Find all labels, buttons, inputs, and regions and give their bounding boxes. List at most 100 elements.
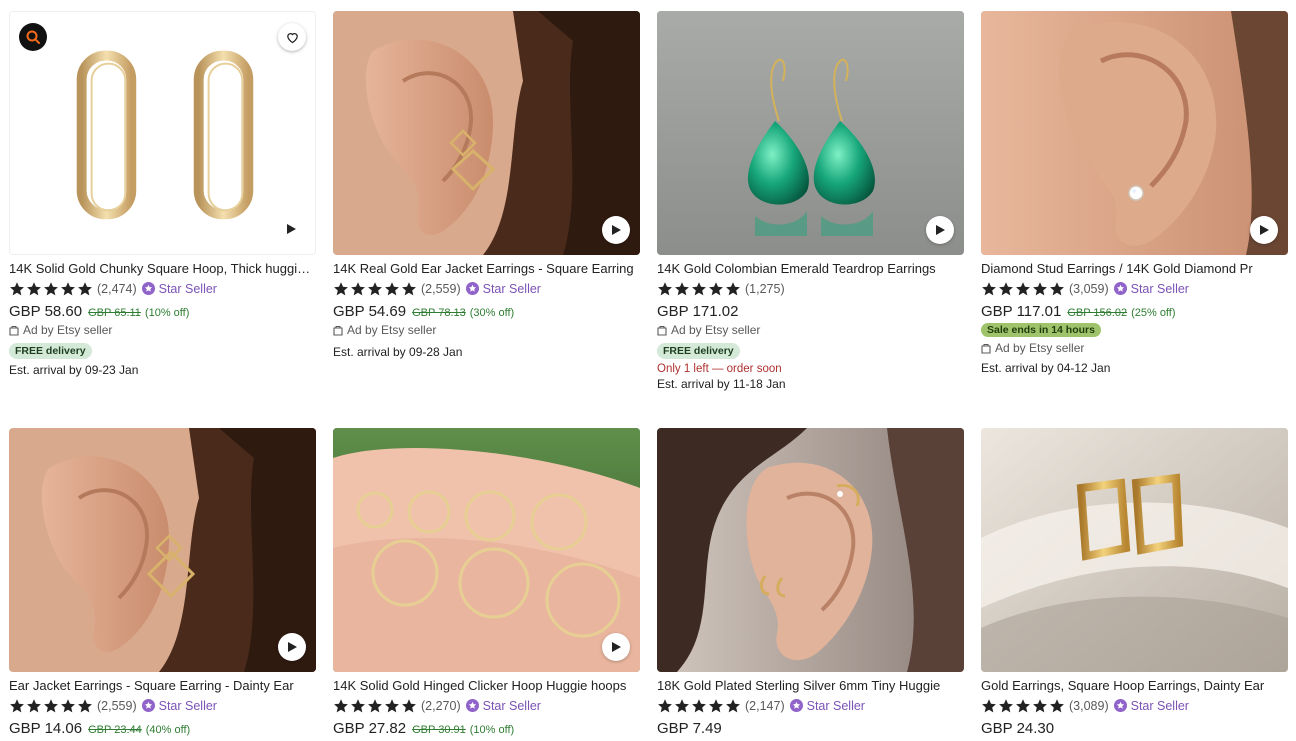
star-icon <box>26 698 42 714</box>
review-count: (1,275) <box>745 281 785 296</box>
listing-title[interactable]: 14K Solid Gold Chunky Square Hoop, Thick… <box>9 261 316 277</box>
listing-title[interactable]: Gold Earrings, Square Hoop Earrings, Dai… <box>981 678 1288 694</box>
price-row: GBP 117.01 GBP 156.02 (25% off) <box>981 303 1288 320</box>
price-row: GBP 14.06 GBP 23.44 (40% off) <box>9 720 316 737</box>
ad-text: Ad by Etsy seller <box>23 323 113 337</box>
listing-card[interactable]: Diamond Stud Earrings / 14K Gold Diamond… <box>981 11 1288 375</box>
star-icon <box>725 281 741 297</box>
star-seller-icon <box>465 699 479 712</box>
price: GBP 24.30 <box>981 720 1055 737</box>
star-seller-label: Star Seller <box>482 698 541 713</box>
star-icon <box>1049 698 1065 714</box>
listing-image[interactable] <box>333 11 640 255</box>
star-icon <box>9 698 25 714</box>
rating-row: (1,275) <box>657 280 964 297</box>
video-play-button[interactable] <box>277 215 305 243</box>
original-price: GBP 65.11 <box>88 307 141 319</box>
video-play-button[interactable] <box>1250 216 1278 244</box>
star-seller-icon <box>141 282 155 295</box>
listing-title[interactable]: Ear Jacket Earrings - Square Earring - D… <box>9 678 316 694</box>
play-icon <box>612 642 621 652</box>
star-icon <box>1015 281 1031 297</box>
ad-label: Ad by Etsy seller <box>657 323 964 337</box>
star-icon <box>333 698 349 714</box>
star-seller-label: Star Seller <box>158 281 217 296</box>
video-play-button[interactable] <box>278 633 306 661</box>
star-icon <box>77 698 93 714</box>
video-play-button[interactable] <box>926 216 954 244</box>
price: GBP 117.01 <box>981 303 1062 320</box>
listing-title[interactable]: 14K Real Gold Ear Jacket Earrings - Squa… <box>333 261 640 277</box>
diamond-stud-image <box>981 11 1288 255</box>
price: GBP 7.49 <box>657 720 722 737</box>
star-icon <box>1049 281 1065 297</box>
original-price: GBP 30.91 <box>412 724 466 736</box>
ad-icon <box>9 325 19 336</box>
search-icon <box>26 30 40 44</box>
price-row: GBP 24.30 <box>981 720 1288 737</box>
tiny-huggies-ear-image <box>657 428 964 672</box>
listing-title[interactable]: 18K Gold Plated Sterling Silver 6mm Tiny… <box>657 678 964 694</box>
heart-icon <box>286 32 298 43</box>
star-seller-label: Star Seller <box>158 698 217 713</box>
ad-label: Ad by Etsy seller <box>981 341 1288 355</box>
rating-row: (2,559) Star Seller <box>9 697 316 714</box>
video-play-button[interactable] <box>602 633 630 661</box>
star-rating <box>657 698 741 714</box>
visual-search-button[interactable] <box>19 23 47 51</box>
star-seller-label: Star Seller <box>1130 698 1189 713</box>
favorite-button[interactable] <box>278 23 306 51</box>
gold-oval-hoops-image <box>10 12 315 254</box>
listing-card[interactable]: 14K Solid Gold Chunky Square Hoop, Thick… <box>9 11 316 377</box>
discount: (10% off) <box>144 307 190 319</box>
star-icon <box>998 698 1014 714</box>
review-count: (2,559) <box>97 698 137 713</box>
listing-title[interactable]: 14K Gold Colombian Emerald Teardrop Earr… <box>657 261 964 277</box>
estimated-arrival: Est. arrival by 11-18 Jan <box>657 377 786 391</box>
ad-label: Ad by Etsy seller <box>333 323 640 337</box>
price: GBP 14.06 <box>9 720 83 737</box>
price-row: GBP 58.60 GBP 65.11 (10% off) <box>9 303 316 320</box>
listing-card[interactable]: 14K Gold Colombian Emerald Teardrop Earr… <box>657 11 964 391</box>
ad-icon <box>657 325 667 336</box>
listing-image[interactable] <box>657 11 964 255</box>
listing-card[interactable]: 14K Solid Gold Hinged Clicker Hoop Huggi… <box>333 428 640 737</box>
star-seller-badge: Star Seller <box>141 281 217 296</box>
listing-image[interactable] <box>333 428 640 672</box>
ear-jacket-square-image <box>9 428 316 672</box>
listing-image[interactable] <box>9 428 316 672</box>
price-row: GBP 7.49 <box>657 720 964 737</box>
listing-image[interactable] <box>981 428 1288 672</box>
discount: (30% off) <box>469 307 515 319</box>
listing-image[interactable] <box>981 11 1288 255</box>
star-icon <box>708 281 724 297</box>
price: GBP 54.69 <box>333 303 407 320</box>
emerald-teardrops-image <box>657 11 964 255</box>
star-icon <box>43 698 59 714</box>
star-seller-badge: Star Seller <box>465 698 541 713</box>
play-icon <box>936 225 945 235</box>
ear-jacket-square-image <box>333 11 640 255</box>
star-icon <box>9 281 25 297</box>
listing-title[interactable]: 14K Solid Gold Hinged Clicker Hoop Huggi… <box>333 678 640 694</box>
ad-text: Ad by Etsy seller <box>347 323 437 337</box>
star-seller-label: Star Seller <box>482 281 541 296</box>
ad-label: Ad by Etsy seller <box>9 323 316 337</box>
listing-card[interactable]: 18K Gold Plated Sterling Silver 6mm Tiny… <box>657 428 964 737</box>
star-icon <box>1032 698 1048 714</box>
star-icon <box>691 281 707 297</box>
listing-title[interactable]: Diamond Stud Earrings / 14K Gold Diamond… <box>981 261 1288 277</box>
star-icon <box>657 281 673 297</box>
review-count: (2,474) <box>97 281 137 296</box>
listing-card[interactable]: Gold Earrings, Square Hoop Earrings, Dai… <box>981 428 1288 737</box>
listing-card[interactable]: 14K Real Gold Ear Jacket Earrings - Squa… <box>333 11 640 359</box>
sale-countdown-badge: Sale ends in 14 hours <box>981 323 1101 337</box>
star-icon <box>1015 698 1031 714</box>
star-rating <box>981 281 1065 297</box>
star-icon <box>60 281 76 297</box>
listing-card[interactable]: Ear Jacket Earrings - Square Earring - D… <box>9 428 316 737</box>
listing-image[interactable] <box>657 428 964 672</box>
star-seller-icon <box>789 699 803 712</box>
listing-image[interactable] <box>9 11 316 255</box>
video-play-button[interactable] <box>602 216 630 244</box>
